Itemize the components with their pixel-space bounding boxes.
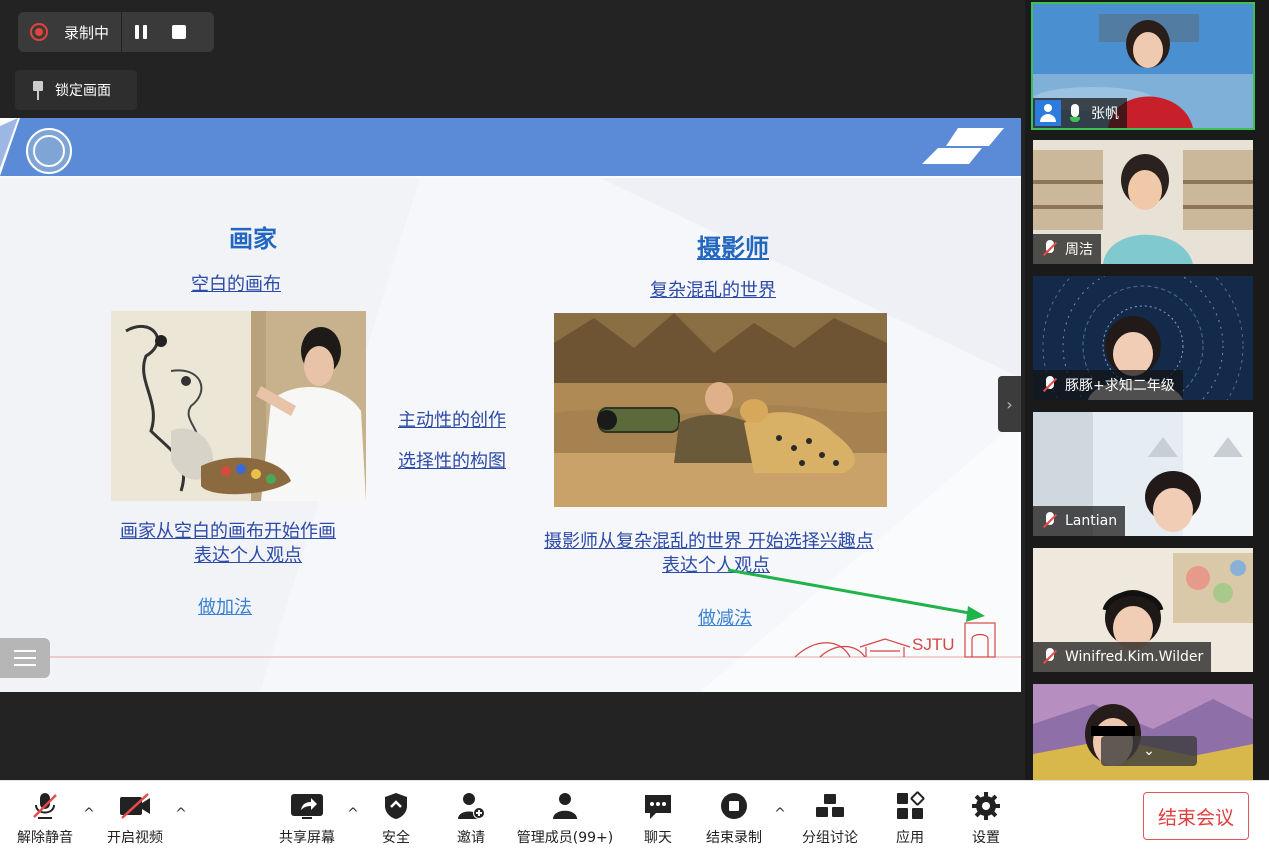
participant-tile[interactable]: 张帆 <box>1031 2 1255 130</box>
mic-muted-icon <box>1039 238 1061 260</box>
slide-menu-button[interactable] <box>0 638 50 678</box>
settings-button[interactable]: 设置 <box>958 781 1014 850</box>
main-stage: 录制中 锁定画面 画家 空白的画布 主动性的创作 选择性的构图 画家从空白的画布… <box>0 0 1021 780</box>
chevron-up-icon[interactable]: ^ <box>773 807 787 821</box>
participant-tile[interactable]: Lantian <box>1033 412 1253 536</box>
mic-muted-icon <box>1039 510 1061 532</box>
participant-name: 张帆 <box>1091 106 1119 122</box>
breakout-icon <box>813 791 847 821</box>
gear-icon <box>969 791 1003 821</box>
participant-tile[interactable]: 周洁 <box>1033 140 1253 264</box>
breakout-label: 分组讨论 <box>802 830 858 846</box>
end-meeting-button[interactable]: 结束会议 <box>1143 792 1249 840</box>
pause-recording-button[interactable] <box>122 12 160 52</box>
end-recording-label: 结束录制 <box>706 830 762 846</box>
invite-label: 邀请 <box>457 830 485 846</box>
apps-button[interactable]: 应用 <box>882 781 938 850</box>
participant-name: Winifred.Kim.Wilder <box>1065 649 1204 665</box>
participant-name: Lantian <box>1065 513 1118 529</box>
sjtu-footer-graphic <box>0 622 1021 658</box>
lock-view-label: 锁定画面 <box>55 83 111 99</box>
collapse-panel-button[interactable]: › <box>998 376 1021 432</box>
pin-icon <box>31 79 45 101</box>
share-screen-label: 共享屏幕 <box>279 830 335 846</box>
shared-slide: 画家 空白的画布 主动性的创作 选择性的构图 画家从空白的画布开始作画 表达个人… <box>0 118 1021 692</box>
settings-label: 设置 <box>972 830 1000 846</box>
stop-record-icon <box>717 791 751 821</box>
video-off-icon <box>118 791 152 821</box>
lock-view-button[interactable]: 锁定画面 <box>15 70 137 110</box>
pause-icon <box>135 25 140 39</box>
scroll-down-button[interactable]: ⌄ <box>1101 736 1197 766</box>
participant-name-bar: 张帆 <box>1033 98 1127 128</box>
recording-icon <box>30 23 48 41</box>
annotation-arrow <box>727 568 985 622</box>
chevron-up-icon[interactable]: ^ <box>174 807 188 821</box>
participant-name-bar: Winifred.Kim.Wilder <box>1033 642 1212 672</box>
recording-label: 录制中 <box>64 23 110 42</box>
chat-label: 聊天 <box>644 830 672 846</box>
stop-recording-button[interactable] <box>160 12 198 52</box>
recording-bar: 录制中 <box>18 12 214 52</box>
share-screen-button[interactable]: 共享屏幕 <box>274 781 340 850</box>
mic-on-icon <box>1067 102 1083 124</box>
participant-name: 周洁 <box>1065 242 1093 258</box>
add-user-icon <box>454 791 488 821</box>
mic-muted-icon <box>1039 374 1061 396</box>
mic-muted-icon <box>1039 646 1061 668</box>
chevron-right-icon: › <box>1006 394 1013 414</box>
stop-icon <box>172 25 187 39</box>
participant-name-bar: 周洁 <box>1033 234 1101 264</box>
breakout-button[interactable]: 分组讨论 <box>797 781 863 850</box>
chat-icon <box>641 791 675 821</box>
participant-name: 豚豚+求知二年级 <box>1065 378 1175 394</box>
chevron-up-icon[interactable]: ^ <box>82 807 96 821</box>
participant-tile[interactable]: 豚豚+求知二年级 <box>1033 276 1253 400</box>
shield-icon <box>379 791 413 821</box>
members-icon <box>548 791 582 821</box>
invite-button[interactable]: 邀请 <box>443 781 499 850</box>
security-button[interactable]: 安全 <box>368 781 424 850</box>
chat-button[interactable]: 聊天 <box>630 781 686 850</box>
host-icon <box>1035 100 1061 126</box>
share-screen-icon <box>290 791 324 821</box>
chevron-up-icon[interactable]: ^ <box>346 807 360 821</box>
participant-name-bar: 豚豚+求知二年级 <box>1033 370 1183 400</box>
start-video-label: 开启视频 <box>107 830 163 846</box>
chevron-down-icon: ⌄ <box>1143 743 1155 759</box>
meeting-toolbar: 解除静音 ^ 开启视频 ^ 共享屏幕 ^ 安全 邀请 管理成员(99+) 聊天 … <box>0 780 1269 850</box>
participant-video-column: 张帆 周洁 豚豚+求知二年级 Lantian Winifred.Kim.Wild… <box>1025 0 1269 780</box>
sjtu-footer-text: SJTU <box>912 635 955 654</box>
apps-label: 应用 <box>896 830 924 846</box>
start-video-button[interactable]: 开启视频 <box>102 781 168 850</box>
unmute-button[interactable]: 解除静音 <box>12 781 78 850</box>
participant-tile[interactable]: Winifred.Kim.Wilder <box>1033 548 1253 672</box>
participant-name-bar: Lantian <box>1033 506 1126 536</box>
manage-members-button[interactable]: 管理成员(99+) <box>514 781 616 850</box>
security-label: 安全 <box>382 830 410 846</box>
end-recording-button[interactable]: 结束录制 <box>700 781 768 850</box>
mic-muted-icon <box>28 791 62 821</box>
manage-members-label: 管理成员(99+) <box>516 830 614 846</box>
apps-icon <box>893 791 927 821</box>
unmute-label: 解除静音 <box>17 830 73 846</box>
